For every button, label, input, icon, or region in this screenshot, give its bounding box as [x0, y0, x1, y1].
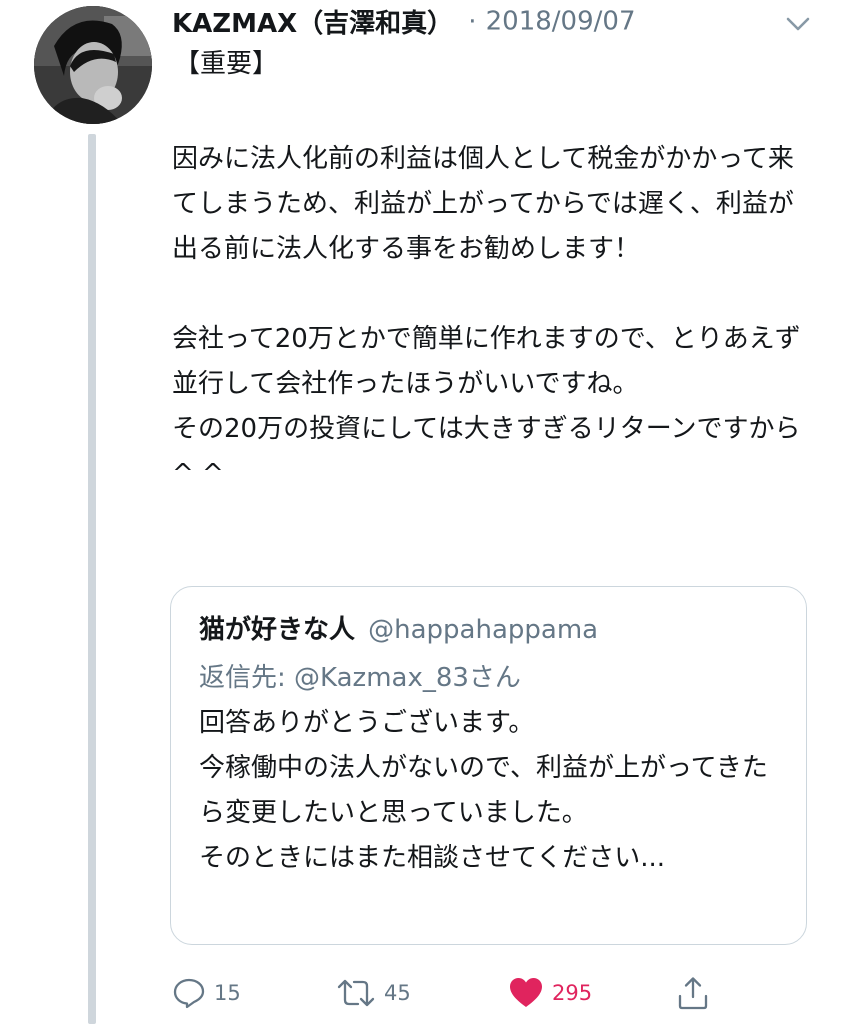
tweet-header: KAZMAX（吉澤和真） · 2018/09/07 [172, 3, 635, 43]
thread-line [88, 134, 96, 1024]
share-icon [678, 977, 708, 1010]
avatar-photo [34, 6, 152, 124]
reply-icon [173, 978, 205, 1009]
separator-dot: · [468, 6, 477, 37]
quoted-tweet-card[interactable]: 猫が好きな人 @happahappama 返信先: @Kazmax_83さん 回… [170, 586, 807, 945]
avatar[interactable] [34, 6, 152, 124]
retweet-button[interactable]: 45 [336, 968, 411, 1018]
reply-button[interactable]: 15 [172, 968, 241, 1018]
like-count: 295 [552, 981, 593, 1005]
tweet-paragraph: 因みに法人化前の利益は個人として税金がかかって来てしまうため、利益が上がってから… [172, 144, 794, 264]
like-button[interactable]: 295 [508, 968, 592, 1018]
tweet-paragraph: 会社って20万とかで簡単に作れますので、とりあえず並行して会社作ったほうがいいで… [172, 324, 801, 399]
retweet-icon [337, 979, 375, 1007]
share-button[interactable] [676, 968, 710, 1018]
quoted-reply-to: 返信先: @Kazmax_83さん [199, 663, 521, 693]
author-name[interactable]: KAZMAX（吉澤和真） [172, 9, 453, 39]
reply-count: 15 [214, 981, 241, 1005]
tweet-tag: 【重要】 [174, 49, 279, 79]
retweet-count: 45 [384, 981, 411, 1005]
action-bar: 15 45 295 [0, 968, 843, 1018]
tweet[interactable]: KAZMAX（吉澤和真） · 2018/09/07 【重要】 因みに法人化前の利… [0, 0, 843, 1024]
heart-icon [510, 978, 542, 1007]
quoted-author-handle: @happahappama [368, 615, 599, 645]
tweet-paragraph: その20万の投資にしては大きすぎるリターンですから^ ^ [172, 414, 801, 489]
quoted-author-name: 猫が好きな人 [199, 615, 356, 645]
tweet-text: 因みに法人化前の利益は個人として税金がかかって来てしまうため、利益が上がってから… [172, 137, 812, 497]
quoted-tweet-text: 回答ありがとうございます。 今稼働中の法人がないので、利益が上がってきたら変更した… [199, 708, 768, 873]
chevron-down-icon[interactable] [784, 14, 812, 34]
quoted-tweet-header: 猫が好きな人 @happahappama [199, 609, 598, 646]
tweet-date[interactable]: 2018/09/07 [486, 7, 636, 37]
